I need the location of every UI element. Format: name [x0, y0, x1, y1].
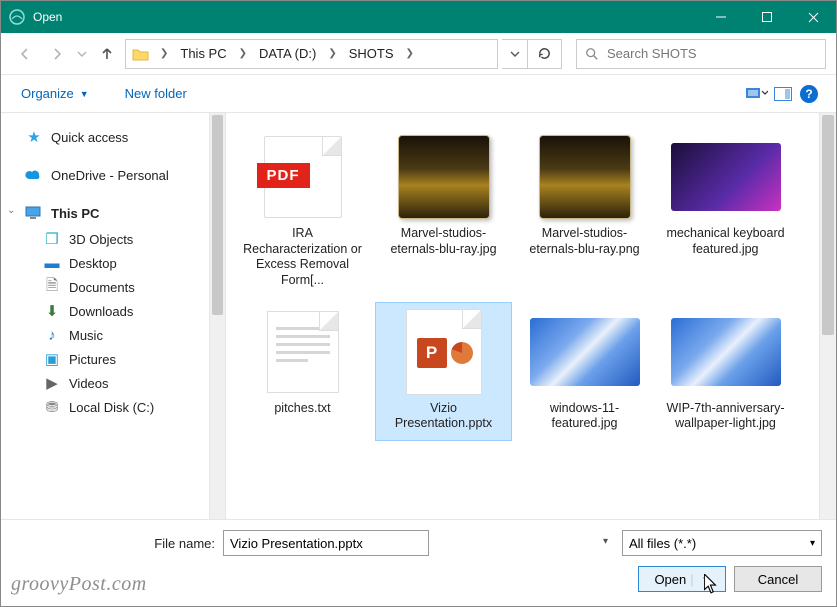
- breadcrumb-seg[interactable]: SHOTS: [347, 46, 396, 61]
- title-bar: Open: [1, 1, 836, 33]
- video-icon: ▶: [43, 374, 61, 392]
- file-item[interactable]: Marvel-studios-eternals-blu-ray.png: [516, 127, 653, 298]
- chevron-down-icon: ▾: [810, 538, 815, 549]
- nav-tree: ★ Quick access OneDrive - Personal ⌄ Thi…: [1, 113, 226, 519]
- up-button[interactable]: [93, 40, 121, 68]
- collapse-icon[interactable]: ⌄: [7, 205, 15, 216]
- sidebar-item-downloads[interactable]: ⬇Downloads: [1, 299, 225, 323]
- sidebar-item-desktop[interactable]: ▬Desktop: [1, 251, 225, 275]
- watermark: groovyPost.com: [11, 573, 147, 596]
- file-name: WIP-7th-anniversary-wallpaper-light.jpg: [662, 401, 789, 432]
- file-thumbnail: [389, 134, 499, 220]
- file-thumbnail: P: [389, 309, 499, 395]
- search-icon: [585, 47, 599, 61]
- picture-icon: ▣: [43, 350, 61, 368]
- file-name: IRA Recharacterization or Excess Removal…: [239, 226, 366, 289]
- sidebar-item-music[interactable]: ♪Music: [1, 323, 225, 347]
- file-name: Vizio Presentation.pptx: [380, 401, 507, 432]
- file-item[interactable]: P Vizio Presentation.pptx: [375, 302, 512, 441]
- file-thumbnail: [530, 309, 640, 395]
- file-name: Marvel-studios-eternals-blu-ray.png: [521, 226, 648, 257]
- cancel-button[interactable]: Cancel: [734, 566, 822, 592]
- nav-bar: ❯ This PC ❯ DATA (D:) ❯ SHOTS ❯ Search S…: [1, 33, 836, 75]
- file-type-filter[interactable]: All files (*.*) ▾: [622, 530, 822, 556]
- scrollbar-thumb[interactable]: [212, 115, 223, 315]
- maximize-button[interactable]: [744, 1, 790, 33]
- sidebar-quick-access[interactable]: ★ Quick access: [1, 125, 225, 149]
- file-thumbnail: [248, 309, 358, 395]
- cube-icon: ❒: [43, 230, 61, 248]
- search-placeholder: Search SHOTS: [607, 46, 697, 61]
- preview-pane-button[interactable]: [770, 81, 796, 107]
- download-icon: ⬇: [43, 302, 61, 320]
- help-button[interactable]: ?: [796, 81, 822, 107]
- help-icon: ?: [800, 85, 818, 103]
- chevron-right-icon[interactable]: ❯: [154, 48, 174, 59]
- sidebar-onedrive[interactable]: OneDrive - Personal: [1, 163, 225, 187]
- minimize-button[interactable]: [698, 1, 744, 33]
- dialog-footer: File name: ▾ All files (*.*) ▾ Open |▼ C…: [1, 519, 836, 606]
- mouse-cursor: [704, 574, 718, 594]
- desktop-icon: ▬: [43, 254, 61, 272]
- close-button[interactable]: [790, 1, 836, 33]
- chevron-right-icon[interactable]: ❯: [233, 48, 253, 59]
- sidebar-item-local-disk-c[interactable]: ⛃Local Disk (C:): [1, 395, 225, 419]
- sidebar-item-videos[interactable]: ▶Videos: [1, 371, 225, 395]
- music-icon: ♪: [43, 326, 61, 344]
- window-title: Open: [33, 10, 62, 24]
- document-icon: 🗎: [43, 278, 61, 296]
- file-item[interactable]: Marvel-studios-eternals-blu-ray.jpg: [375, 127, 512, 298]
- sidebar-item-pictures[interactable]: ▣Pictures: [1, 347, 225, 371]
- chevron-down-icon: ▼: [80, 89, 89, 99]
- files-scrollbar[interactable]: [819, 113, 836, 519]
- address-bar[interactable]: ❯ This PC ❯ DATA (D:) ❯ SHOTS ❯: [125, 39, 498, 69]
- sidebar-scrollbar[interactable]: [209, 113, 225, 519]
- sidebar-item-documents[interactable]: 🗎Documents: [1, 275, 225, 299]
- filename-label: File name:: [15, 536, 215, 551]
- file-name: mechanical keyboard featured.jpg: [662, 226, 789, 257]
- filename-input[interactable]: [223, 530, 429, 556]
- breadcrumb-seg[interactable]: DATA (D:): [257, 46, 318, 61]
- app-icon: [9, 9, 25, 25]
- chevron-down-icon: ▾: [603, 536, 608, 547]
- organize-menu[interactable]: Organize▼: [15, 82, 95, 105]
- file-item[interactable]: windows-11-featured.jpg: [516, 302, 653, 441]
- cloud-icon: [25, 166, 43, 184]
- new-folder-button[interactable]: New folder: [119, 82, 193, 105]
- recent-dropdown[interactable]: [75, 40, 89, 68]
- command-bar: Organize▼ New folder ?: [1, 75, 836, 113]
- address-history-dropdown[interactable]: [502, 39, 528, 69]
- file-thumbnail: [530, 134, 640, 220]
- file-thumbnail: PDF: [248, 134, 358, 220]
- file-item[interactable]: mechanical keyboard featured.jpg: [657, 127, 794, 298]
- search-input[interactable]: Search SHOTS: [576, 39, 826, 69]
- file-name: Marvel-studios-eternals-blu-ray.jpg: [380, 226, 507, 257]
- scrollbar-thumb[interactable]: [822, 115, 834, 335]
- file-thumbnail: [671, 134, 781, 220]
- breadcrumb-seg[interactable]: This PC: [178, 46, 228, 61]
- drive-icon: ⛃: [43, 398, 61, 416]
- chevron-right-icon[interactable]: ❯: [322, 48, 342, 59]
- file-item[interactable]: WIP-7th-anniversary-wallpaper-light.jpg: [657, 302, 794, 441]
- sidebar-item-3d-objects[interactable]: ❒3D Objects: [1, 227, 225, 251]
- file-name: windows-11-featured.jpg: [521, 401, 648, 432]
- file-item[interactable]: PDFIRA Recharacterization or Excess Remo…: [234, 127, 371, 298]
- star-icon: ★: [25, 128, 43, 146]
- open-dialog: Open ❯ This PC ❯ DATA (D:) ❯ SHOTS: [0, 0, 837, 607]
- sidebar-this-pc[interactable]: This PC: [1, 201, 225, 225]
- back-button[interactable]: [11, 40, 39, 68]
- pc-icon: [25, 204, 43, 222]
- chevron-right-icon[interactable]: ❯: [400, 48, 420, 59]
- view-menu[interactable]: [744, 81, 770, 107]
- file-name: pitches.txt: [274, 401, 330, 417]
- file-list[interactable]: PDFIRA Recharacterization or Excess Remo…: [226, 113, 836, 519]
- file-item[interactable]: pitches.txt: [234, 302, 371, 441]
- file-thumbnail: [671, 309, 781, 395]
- folder-icon: [132, 45, 150, 63]
- forward-button[interactable]: [43, 40, 71, 68]
- refresh-button[interactable]: [528, 39, 562, 69]
